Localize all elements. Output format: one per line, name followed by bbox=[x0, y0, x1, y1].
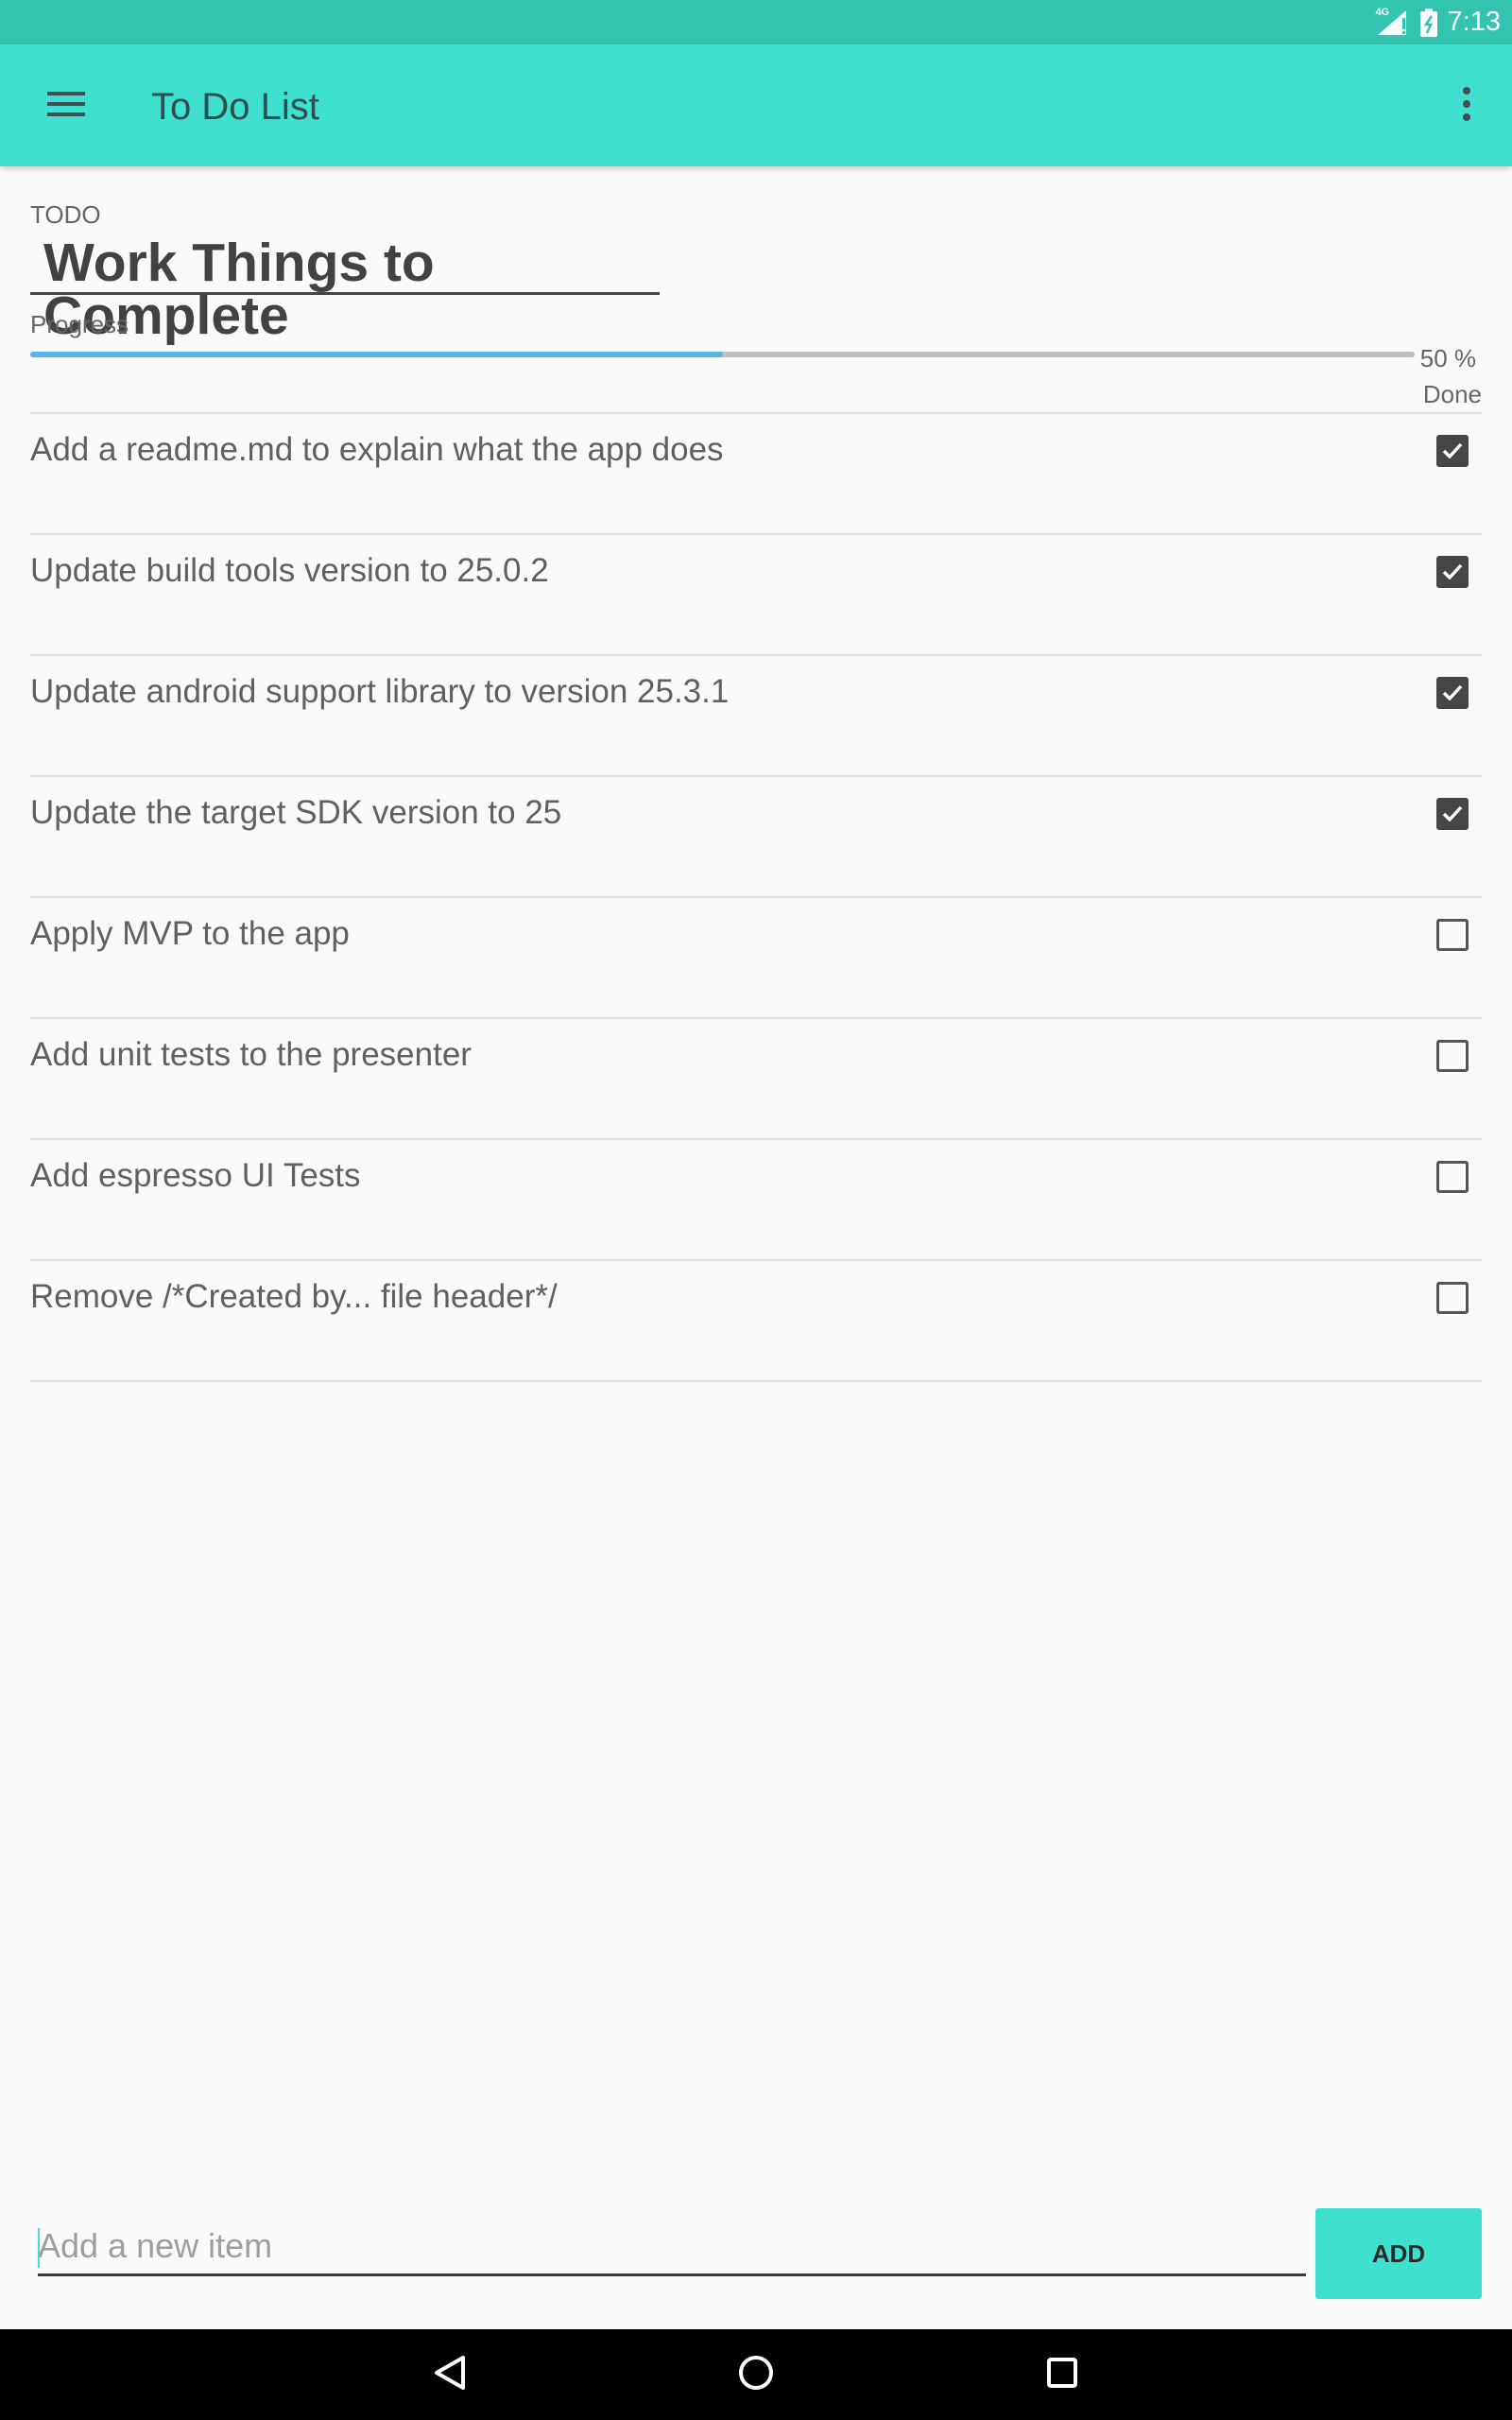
todo-item: Add a readme.md to explain what the app … bbox=[30, 414, 1482, 535]
progress-done-label: Done bbox=[1422, 380, 1482, 408]
todo-item-checkbox[interactable] bbox=[1436, 677, 1469, 709]
todo-item-text: Add a readme.md to explain what the app … bbox=[30, 431, 724, 468]
more-vertical-icon bbox=[1462, 86, 1471, 126]
text-caret bbox=[38, 2228, 40, 2268]
todo-item-text: Update build tools version to 25.0.2 bbox=[30, 552, 549, 589]
battery-icon bbox=[1419, 8, 1438, 37]
checkmark-icon bbox=[1442, 442, 1463, 459]
progress-percent: 50 % bbox=[1419, 344, 1476, 372]
home-button[interactable] bbox=[733, 2352, 779, 2397]
todo-item: Update build tools version to 25.0.2 bbox=[30, 535, 1482, 656]
todo-item-text: Update android support library to versio… bbox=[30, 673, 730, 710]
checkmark-icon bbox=[1442, 805, 1463, 822]
todo-item-text: Add espresso UI Tests bbox=[30, 1157, 361, 1194]
checkmark-icon bbox=[1442, 684, 1463, 701]
todo-item-checkbox[interactable] bbox=[1436, 556, 1469, 588]
todo-item: Update android support library to versio… bbox=[30, 656, 1482, 777]
app-bar: To Do List bbox=[0, 44, 1512, 166]
todo-item: Update the target SDK version to 25 bbox=[30, 777, 1482, 898]
progress-bar bbox=[30, 352, 1415, 357]
status-time: 7:13 bbox=[1447, 7, 1501, 37]
hamburger-menu-icon bbox=[47, 90, 85, 123]
overflow-menu-button[interactable] bbox=[1448, 80, 1486, 131]
todo-item-text: Remove /*Created by... file header*/ bbox=[30, 1278, 558, 1315]
todo-item-checkbox[interactable] bbox=[1436, 1040, 1469, 1072]
back-button[interactable] bbox=[427, 2352, 472, 2397]
status-bar: 4G 7:13 bbox=[0, 0, 1512, 44]
recents-square-icon bbox=[1043, 2354, 1081, 2396]
list-title[interactable]: Work Things to Complete bbox=[30, 236, 660, 343]
todo-item-text: Update the target SDK version to 25 bbox=[30, 794, 562, 831]
recents-button[interactable] bbox=[1040, 2352, 1085, 2397]
todo-item-checkbox[interactable] bbox=[1436, 798, 1469, 830]
todo-item-text: Apply MVP to the app bbox=[30, 915, 350, 952]
section-label: TODO bbox=[30, 200, 101, 229]
network-type-label: 4G bbox=[1375, 6, 1390, 18]
menu-button[interactable] bbox=[38, 80, 94, 131]
todo-item-checkbox[interactable] bbox=[1436, 919, 1469, 951]
new-item-input[interactable] bbox=[38, 2218, 1306, 2276]
app-title: To Do List bbox=[151, 86, 319, 128]
todo-item: Add unit tests to the presenter bbox=[30, 1019, 1482, 1140]
home-circle-icon bbox=[737, 2354, 775, 2396]
todo-item: Add espresso UI Tests bbox=[30, 1140, 1482, 1261]
todo-item: Apply MVP to the app bbox=[30, 898, 1482, 1019]
checkmark-icon bbox=[1442, 563, 1463, 580]
todo-item-checkbox[interactable] bbox=[1436, 1282, 1469, 1314]
todo-item-checkbox[interactable] bbox=[1436, 1161, 1469, 1193]
todo-list: Add a readme.md to explain what the app … bbox=[30, 412, 1482, 1382]
status-icons: 4G 7:13 bbox=[1376, 0, 1501, 44]
progress-bar-fill bbox=[30, 352, 723, 357]
todo-item: Remove /*Created by... file header*/ bbox=[30, 1261, 1482, 1382]
todo-item-checkbox[interactable] bbox=[1436, 435, 1469, 467]
back-triangle-icon bbox=[431, 2354, 469, 2396]
nav-bar bbox=[0, 2329, 1512, 2420]
cellular-signal-icon: 4G bbox=[1375, 6, 1410, 37]
progress-label: Progress bbox=[30, 310, 129, 338]
add-button[interactable]: ADD bbox=[1315, 2208, 1482, 2299]
todo-item-text: Add unit tests to the presenter bbox=[30, 1036, 472, 1073]
